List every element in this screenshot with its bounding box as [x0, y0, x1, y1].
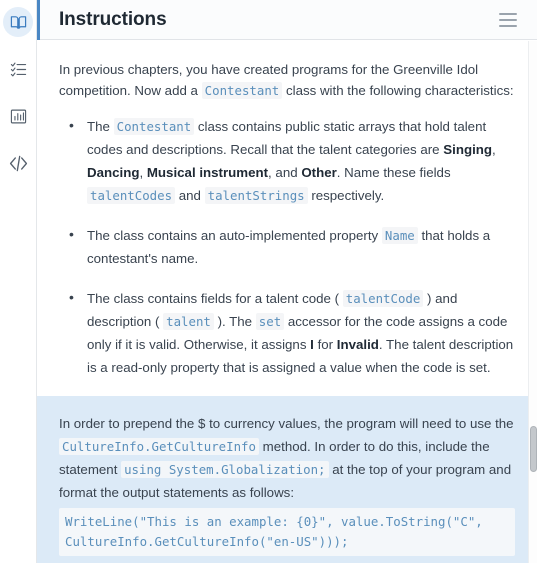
bullet1-text-7: and — [175, 188, 205, 203]
sidebar-item-instructions[interactable] — [3, 7, 33, 37]
inline-code-talentcodes: talentCodes — [87, 187, 176, 204]
book-icon — [10, 14, 27, 31]
inline-code-talentcode: talentCode — [342, 290, 424, 307]
bullet3-bold-invalid: Invalid — [336, 337, 379, 352]
hamburger-icon[interactable] — [499, 12, 517, 27]
inline-code-talent: talent — [163, 313, 214, 330]
bullet1-bold-musical-instrument: Musical instrument — [146, 165, 269, 180]
bullet2-text-1: The class contains an auto-implemented p… — [87, 228, 382, 243]
code-icon — [9, 154, 28, 173]
list-item: The class contains an auto-implemented p… — [69, 223, 515, 270]
inline-code-contestant: Contestant — [201, 82, 283, 99]
inline-code-contestant: Contestant — [113, 118, 195, 135]
inline-code-using-globalization: using System.Globalization; — [121, 461, 329, 478]
left-icon-rail — [0, 0, 37, 563]
bullet3-text-5: for — [313, 337, 337, 352]
bullet1-bold-dancing: Dancing — [87, 165, 140, 180]
sidebar-item-code[interactable] — [3, 148, 33, 178]
inline-code-set: set — [255, 313, 285, 330]
code-block-writeline: WriteLine("This is an example: {0}", val… — [59, 508, 515, 556]
instructions-app: Instructions In previous chapters, you h… — [0, 0, 537, 563]
inline-code-talentstrings: talentStrings — [204, 187, 308, 204]
note-paragraph: In order to prepend the $ to currency va… — [59, 412, 515, 504]
active-panel-accent-bar — [37, 0, 40, 40]
bullet1-text-5: , and — [268, 165, 302, 180]
instructions-content: In previous chapters, you have created p… — [37, 40, 537, 563]
scrollbar-thumb[interactable] — [530, 426, 537, 472]
bullet1-bold-singing: Singing — [443, 142, 493, 157]
sidebar-item-grades[interactable] — [3, 101, 33, 131]
bullet1-text-3: , — [492, 142, 496, 157]
instructions-panel: Instructions In previous chapters, you h… — [37, 0, 537, 563]
bullet1-text-4: , — [139, 165, 147, 180]
page-title: Instructions — [59, 8, 167, 30]
info-note-box: In order to prepend the $ to currency va… — [37, 396, 537, 563]
hamburger-line — [499, 18, 517, 21]
list-item: The class contains fields for a talent c… — [69, 286, 515, 379]
inline-code-cultureinfo: CultureInfo.GetCultureInfo — [59, 438, 259, 455]
chart-icon — [10, 108, 27, 125]
characteristics-list: The Contestant class contains public sta… — [59, 114, 515, 379]
hamburger-line — [499, 24, 517, 27]
bullet1-text-1: The — [87, 119, 114, 134]
bullet3-text-1: The class contains fields for a talent c… — [87, 291, 343, 306]
panel-header: Instructions — [37, 0, 537, 40]
checklist-icon — [10, 61, 27, 78]
hamburger-line — [499, 12, 517, 15]
bullet1-bold-other: Other — [301, 165, 337, 180]
intro-text-2: class with the following characteristics… — [282, 83, 514, 98]
inline-code-name: Name — [381, 227, 418, 244]
vertical-scrollbar[interactable] — [528, 41, 537, 563]
bullet1-text-8: respectively. — [307, 188, 385, 203]
sidebar-item-checklist[interactable] — [3, 54, 33, 84]
bullet3-text-3: ). The — [213, 314, 256, 329]
list-item: The Contestant class contains public sta… — [69, 114, 515, 207]
note-text-1: In order to prepend the $ to currency va… — [59, 416, 514, 431]
bullet1-text-6: . Name these fields — [336, 165, 451, 180]
intro-paragraph: In previous chapters, you have created p… — [59, 40, 515, 101]
instructions-scroll-area[interactable]: In previous chapters, you have created p… — [37, 40, 537, 563]
